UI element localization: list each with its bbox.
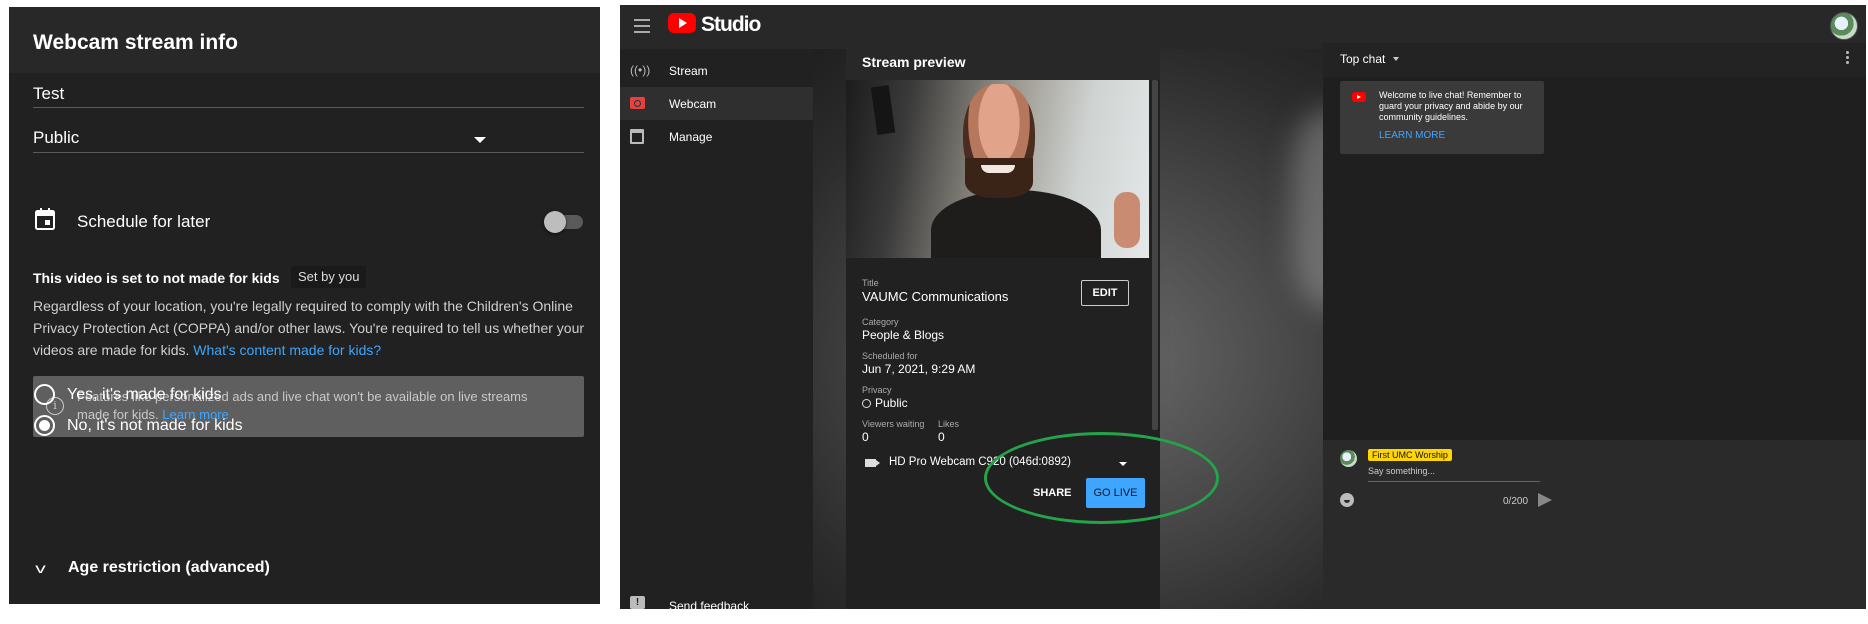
welcome-text: Welcome to live chat! Remember to guard … (1379, 90, 1523, 122)
title-label: Title (862, 278, 879, 288)
radio-yes-made-for-kids[interactable] (34, 384, 55, 405)
title-value: VAUMC Communications (862, 289, 1009, 304)
webcam-device-select[interactable]: HD Pro Webcam C920 (046d:0892) (889, 456, 1071, 468)
likes-label: Likes (938, 419, 960, 429)
sidebar-item-label: Manage (669, 130, 713, 144)
made-for-kids-heading: This video is set to not made for kids (33, 270, 280, 286)
preview-header: Stream preview (846, 43, 1160, 80)
emoji-icon[interactable] (1340, 493, 1354, 507)
privacy-label: Privacy (862, 385, 892, 395)
privacy-dropdown-icon[interactable] (474, 137, 486, 143)
chat-header: Top chat (1323, 43, 1866, 77)
chat-author-badge: First UMC Worship (1368, 449, 1452, 461)
schedule-toggle[interactable] (544, 211, 566, 233)
chat-welcome-message: Welcome to live chat! Remember to guard … (1340, 81, 1544, 154)
viewers-waiting-label: Viewers waiting (862, 419, 925, 429)
scheduled-label: Scheduled for (862, 351, 918, 361)
globe-icon (862, 399, 871, 408)
chat-message-input[interactable]: Say something... (1368, 466, 1435, 476)
likes-value: 0 (938, 430, 945, 444)
schedule-for-later-label: Schedule for later (77, 212, 211, 231)
top-chat-label: Top chat (1340, 52, 1386, 66)
privacy-select[interactable]: Public (33, 128, 79, 148)
youtube-icon (1352, 92, 1366, 102)
title-underline (33, 107, 584, 108)
feedback-icon: ! (630, 596, 645, 609)
chat-input-area: First UMC Worship Say something... 0/200 (1323, 440, 1866, 609)
youtube-logo-icon[interactable] (668, 13, 696, 33)
panel-header: Webcam stream info (9, 7, 600, 73)
live-chat-panel: Top chat Welcome to live chat! Remember … (1323, 43, 1866, 609)
title-input[interactable]: Test (33, 84, 64, 104)
calendar-icon (35, 208, 55, 230)
send-icon[interactable] (1538, 493, 1552, 507)
sidebar-item-manage[interactable]: Manage (620, 120, 813, 153)
camera-icon (630, 97, 645, 109)
category-value: People & Blogs (862, 328, 945, 342)
age-restriction-toggle[interactable]: Age restriction (advanced) (68, 559, 270, 577)
sidebar-item-webcam[interactable]: Webcam (620, 87, 813, 120)
privacy-underline (33, 152, 584, 153)
sidebar-item-label: Webcam (669, 97, 717, 111)
video-camera-icon (865, 459, 880, 467)
avatar (1340, 450, 1357, 467)
preview-scrollbar[interactable] (1152, 80, 1158, 430)
calendar-icon (630, 129, 644, 144)
share-button[interactable]: SHARE (1033, 487, 1072, 499)
sidebar-item-label: Stream (669, 64, 708, 78)
panel-title: Webcam stream info (33, 31, 239, 54)
chat-input-underline (1368, 481, 1540, 482)
stream-preview-title: Stream preview (862, 54, 966, 70)
webcam-stream-info-panel: Webcam stream info Test Public Schedule … (9, 7, 600, 604)
go-live-button[interactable]: GO LIVE (1086, 478, 1145, 508)
chevron-down-icon[interactable] (1119, 462, 1127, 466)
category-label: Category (862, 317, 899, 327)
youtube-studio-window: Studio ((•)) Stream Webcam Manage ! Send… (620, 5, 1866, 609)
studio-brand[interactable]: Studio (701, 13, 761, 37)
chevron-down-icon[interactable]: v (35, 560, 46, 576)
sidebar: ((•)) Stream Webcam Manage ! Send feedba… (620, 49, 813, 609)
radio-yes-label[interactable]: Yes, it's made for kids (67, 386, 222, 404)
send-feedback-button[interactable]: ! Send feedback (620, 591, 813, 609)
viewers-waiting-value: 0 (862, 430, 869, 444)
coppa-text: Regardless of your location, you're lega… (33, 295, 588, 361)
webcam-video-preview (846, 80, 1149, 258)
edit-button[interactable]: EDIT (1081, 280, 1129, 306)
privacy-value: Public (862, 396, 908, 410)
more-options-icon[interactable] (1846, 51, 1849, 66)
send-feedback-label: Send feedback (669, 599, 750, 609)
scheduled-value: Jun 7, 2021, 9:29 AM (862, 362, 976, 376)
radio-selected-dot (39, 420, 50, 431)
stream-preview-card: Stream preview Title VAUMC Communication… (846, 43, 1160, 609)
chat-learn-more-link[interactable]: LEARN MORE (1379, 130, 1445, 141)
top-chat-dropdown[interactable]: Top chat (1340, 52, 1399, 66)
hamburger-menu-icon[interactable] (634, 19, 650, 37)
radio-no-not-made-for-kids[interactable] (34, 415, 55, 436)
privacy-value-text: Public (875, 396, 908, 410)
broadcast-icon: ((•)) (630, 63, 651, 77)
char-count: 0/200 (1503, 496, 1529, 507)
content-made-for-kids-link[interactable]: What's content made for kids? (193, 342, 381, 358)
sidebar-item-stream[interactable]: ((•)) Stream (620, 54, 813, 87)
radio-no-label[interactable]: No, it's not made for kids (67, 417, 243, 435)
chevron-down-icon (1392, 57, 1399, 61)
set-by-you-badge: Set by you (291, 266, 367, 288)
account-avatar[interactable] (1830, 12, 1858, 40)
